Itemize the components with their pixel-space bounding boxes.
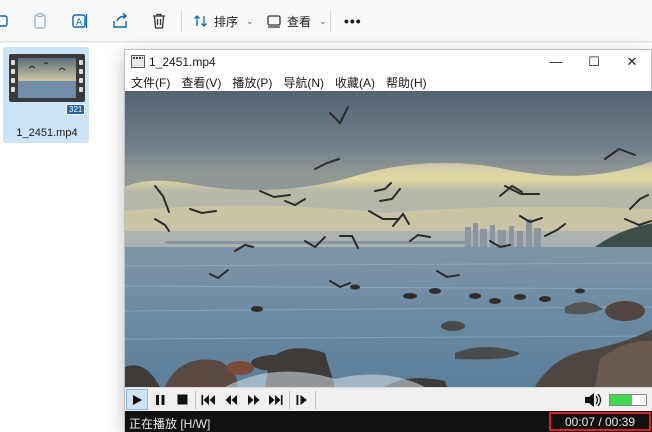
minimize-button[interactable]: —	[541, 52, 571, 71]
playback-controls	[125, 387, 652, 411]
share-icon[interactable]	[0, 11, 12, 31]
close-button[interactable]: ✕	[617, 52, 647, 71]
volume-slider[interactable]	[609, 394, 647, 406]
file-item[interactable]: 321 1_2451.mp4	[3, 47, 89, 143]
chevron-down-icon: ⌄	[319, 15, 327, 26]
fast-forward-icon	[248, 394, 260, 405]
next-button[interactable]	[266, 389, 286, 410]
skip-back-icon	[201, 394, 215, 405]
menu-view[interactable]: 查看(V)	[181, 74, 221, 91]
sort-label: 排序	[214, 14, 239, 29]
svg-text:A: A	[76, 18, 83, 28]
sort-button[interactable]: 排序 ⌄	[193, 11, 254, 31]
stop-button[interactable]	[172, 389, 192, 410]
menu-file[interactable]: 文件(F)	[131, 74, 170, 91]
pause-button[interactable]	[150, 389, 170, 410]
title-bar[interactable]: 1_2451.mp4 — ☐ ✕	[125, 50, 651, 73]
video-frame[interactable]	[125, 91, 652, 387]
rewind-button[interactable]	[221, 389, 241, 410]
menu-favorites[interactable]: 收藏(A)	[335, 74, 375, 91]
menu-help[interactable]: 帮助(H)	[386, 74, 427, 91]
player-app-icon	[131, 55, 145, 68]
more-options-button[interactable]: •••	[344, 13, 362, 29]
rewind-icon	[225, 394, 237, 405]
video-thumbnail	[9, 54, 85, 102]
fast-forward-button[interactable]	[244, 389, 264, 410]
play-button[interactable]	[126, 389, 148, 410]
previous-button[interactable]	[198, 389, 218, 410]
playback-status: 正在播放 [H/W]	[129, 417, 211, 431]
menu-navigate[interactable]: 导航(N)	[283, 74, 324, 91]
menu-play[interactable]: 播放(P)	[232, 74, 272, 91]
status-bar: 正在播放 [H/W] 00:07 / 00:39	[125, 411, 652, 432]
sort-icon	[194, 15, 207, 27]
view-label: 查看	[287, 14, 312, 29]
volume-level	[610, 395, 632, 405]
delete-icon[interactable]	[149, 11, 169, 31]
file-type-badge: 321	[66, 104, 86, 115]
pause-icon	[155, 394, 164, 405]
menu-bar: 文件(F) 查看(V) 播放(P) 导航(N) 收藏(A) 帮助(H)	[125, 73, 651, 91]
speaker-icon[interactable]	[584, 391, 602, 409]
playback-time: 00:07 / 00:39	[549, 412, 651, 431]
file-name: 1_2451.mp4	[16, 127, 78, 139]
time-readout: 00:07 / 00:39	[564, 414, 636, 429]
skip-forward-icon	[269, 394, 283, 405]
view-button[interactable]: 查看 ⌄	[266, 11, 327, 31]
media-player-window: 1_2451.mp4 — ☐ ✕ 文件(F) 查看(V) 播放(P) 导航(N)…	[124, 49, 652, 432]
window-title: 1_2451.mp4	[149, 55, 216, 69]
explorer-toolbar: A 排序 ⌄ 查看 ⌄ •••	[0, 0, 652, 42]
chevron-down-icon: ⌄	[246, 15, 254, 26]
paste-icon[interactable]	[30, 11, 50, 31]
frame-step-icon	[296, 394, 307, 405]
view-icon	[267, 15, 281, 28]
stop-icon	[177, 394, 187, 405]
play-icon	[133, 394, 142, 405]
share-export-icon[interactable]	[110, 11, 130, 31]
frame-step-button[interactable]	[292, 389, 312, 410]
rename-icon[interactable]: A	[70, 11, 90, 31]
maximize-button[interactable]: ☐	[579, 52, 609, 71]
